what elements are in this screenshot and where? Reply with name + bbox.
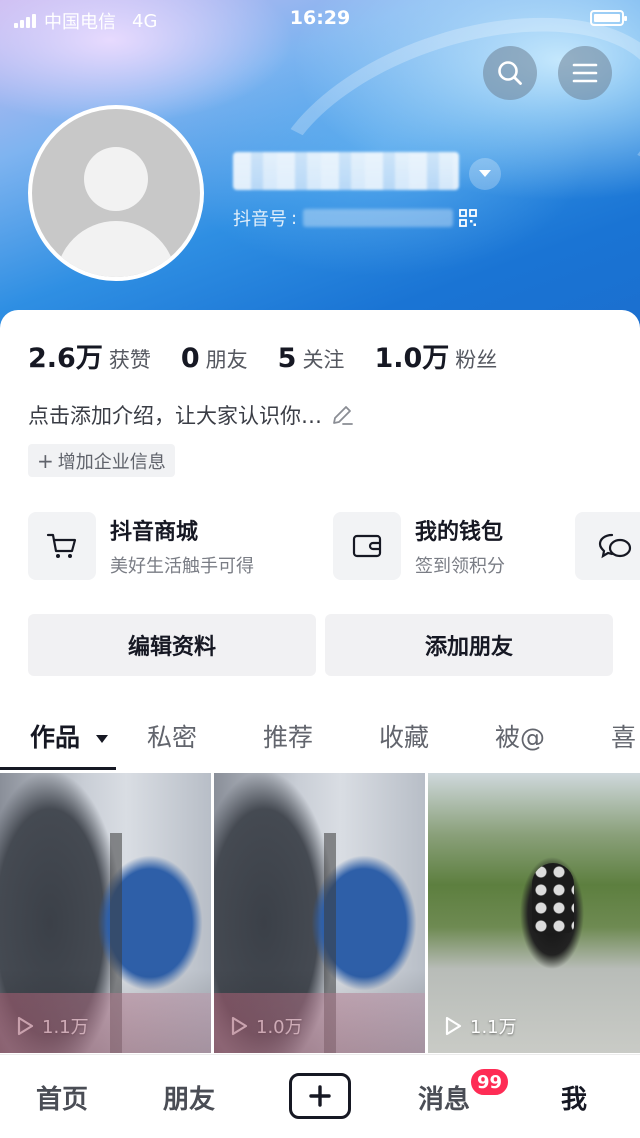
play-icon (445, 1016, 462, 1036)
wallet-icon (352, 534, 382, 558)
service-title: 我的钱包 (415, 520, 504, 545)
edit-profile-button[interactable]: 编辑资料 (28, 614, 316, 676)
caret-down-icon (95, 735, 108, 743)
add-friends-button[interactable]: 添加朋友 (325, 614, 613, 676)
stat-likes[interactable]: 2.6万 获赞 (28, 336, 151, 375)
stat-followers[interactable]: 1.0万 粉丝 (374, 336, 497, 375)
nickname-blurred (233, 152, 459, 190)
play-count: 1.1万 (470, 1017, 517, 1038)
tab-favorites[interactable]: 收藏 (379, 718, 429, 754)
stat-value: 1.0万 (374, 343, 450, 374)
stat-following[interactable]: 5 关注 (278, 343, 345, 374)
tab-label: 作品 (30, 723, 81, 752)
service-title: 抖音商城 (110, 520, 199, 545)
enterprise-tag-label: 增加企业信息 (57, 451, 166, 473)
search-icon (498, 61, 522, 85)
messages-badge: 99 (469, 1067, 511, 1097)
stat-value: 5 (277, 343, 297, 374)
douyin-id[interactable]: 抖音号 : (233, 205, 477, 231)
qr-code-icon (459, 209, 477, 227)
create-button[interactable] (289, 1073, 351, 1119)
avatar[interactable] (28, 105, 204, 281)
service-chat[interactable] (575, 511, 640, 581)
stat-label: 朋友 (205, 348, 248, 372)
service-subtitle: 美好生活触手可得 (110, 556, 254, 577)
nav-me[interactable]: 我 (561, 1079, 587, 1116)
status-bar: 中国电信 4G 16:29 (0, 0, 640, 36)
profile-card: 2.6万 获赞 0 朋友 5 关注 1.0万 粉丝 点击添加介绍，让大家认识你… (0, 310, 640, 1138)
video-thumbnail[interactable]: 1.1万 (428, 773, 640, 1053)
menu-icon (572, 63, 598, 83)
profile-banner: 中国电信 4G 16:29 抖音号: (0, 0, 640, 330)
plus-icon (309, 1085, 331, 1107)
chat-icon (598, 533, 632, 559)
active-tab-indicator (0, 767, 116, 770)
stat-label: 粉丝 (455, 348, 498, 372)
tab-likes[interactable]: 喜 (611, 718, 636, 754)
stat-label: 关注 (302, 348, 345, 372)
bottom-nav: 首页 朋友 消息 我 (0, 1054, 640, 1138)
play-icon (231, 1016, 248, 1036)
service-subtitle: 签到领积分 (415, 556, 505, 577)
battery-icon (590, 10, 627, 26)
play-icon (17, 1016, 34, 1036)
plus-icon: + (37, 448, 54, 473)
cart-icon (46, 533, 77, 558)
play-count: 1.1万 (42, 1017, 89, 1038)
stats-row: 2.6万 获赞 0 朋友 5 关注 1.0万 粉丝 (28, 336, 527, 375)
douyin-id-value-blurred (303, 209, 454, 227)
status-time: 16:29 (289, 7, 351, 29)
douyin-id-label: 抖音号 (233, 209, 287, 230)
edit-pencil-icon (333, 406, 353, 425)
content-tabs: 作品 私密 推荐 收藏 被@ 喜 (0, 710, 640, 770)
video-grid: 1.1万 1.0万 1.1万 (0, 773, 640, 1053)
account-switch-button[interactable] (469, 158, 501, 190)
nav-friends[interactable]: 朋友 (163, 1079, 215, 1116)
stat-label: 获赞 (108, 348, 151, 372)
menu-button[interactable] (558, 46, 612, 100)
services-row: 抖音商城 美好生活触手可得 我的钱包 签到领积分 (28, 511, 640, 581)
stat-friends[interactable]: 0 朋友 (181, 343, 248, 374)
tab-works[interactable]: 作品 (30, 718, 109, 754)
profile-screen: 中国电信 4G 16:29 抖音号: 2.6万 获赞 0 朋友 5 关注 1.… (0, 0, 640, 1138)
nav-home[interactable]: 首页 (36, 1079, 88, 1116)
search-button[interactable] (483, 46, 537, 100)
video-thumbnail[interactable]: 1.0万 (214, 773, 425, 1053)
bio-prompt[interactable]: 点击添加介绍，让大家认识你… (28, 400, 354, 430)
play-count: 1.0万 (256, 1017, 303, 1038)
nav-messages[interactable]: 消息 (418, 1079, 470, 1116)
chevron-down-icon (479, 170, 491, 177)
tab-recommended[interactable]: 推荐 (263, 718, 313, 754)
service-mall[interactable]: 抖音商城 美好生活触手可得 (28, 511, 254, 581)
stat-value: 0 (180, 343, 200, 374)
video-thumbnail[interactable]: 1.1万 (0, 773, 211, 1053)
tab-private[interactable]: 私密 (147, 718, 197, 754)
add-enterprise-info-button[interactable]: + 增加企业信息 (28, 444, 175, 477)
service-wallet[interactable]: 我的钱包 签到领积分 (333, 511, 505, 581)
stat-value: 2.6万 (28, 343, 103, 374)
bio-text: 点击添加介绍，让大家认识你… (28, 404, 322, 428)
tab-mentions[interactable]: 被@ (495, 718, 545, 754)
